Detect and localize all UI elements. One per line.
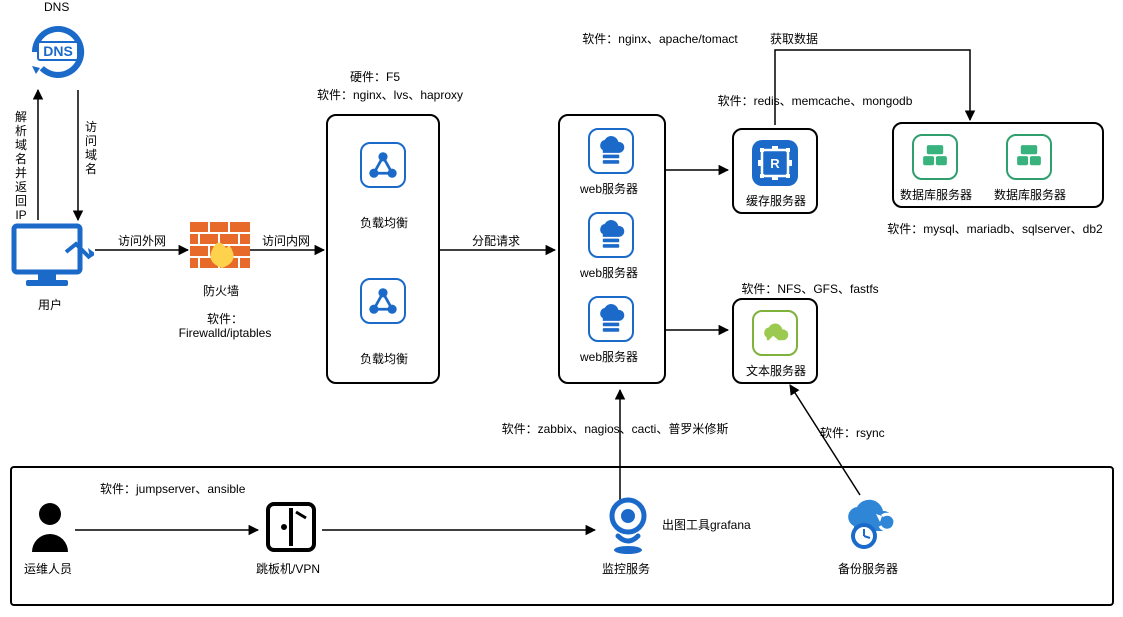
lb-soft-label: 软件：nginx、lvs、haproxy — [300, 86, 480, 103]
svg-text:DNS: DNS — [43, 43, 73, 59]
bastion-soft-label: 软件：jumpserver、ansible — [100, 480, 245, 497]
web-label-1: web服务器 — [580, 180, 638, 197]
lb-hard-label: 硬件：F5 — [350, 68, 400, 85]
db-label-1: 数据库服务器 — [900, 186, 972, 203]
architecture-diagram: DNS DNS 解析域名并返回IP 访问域名 用户 访问外网 防火墙 软件： F… — [0, 0, 1123, 617]
user-label: 用户 — [38, 296, 62, 313]
ops-label: 运维人员 — [24, 560, 72, 577]
web-icon-3 — [588, 296, 634, 342]
svg-text:R: R — [770, 156, 780, 171]
lb-label-2: 负载均衡 — [360, 350, 408, 367]
dns-resolve-label: 解析域名并返回IP — [14, 110, 28, 222]
dispatch-label: 分配请求 — [472, 232, 520, 249]
file-soft-label: 软件：NFS、GFS、fastfs — [710, 280, 910, 297]
grafana-label: 出图工具grafana — [662, 516, 751, 533]
db-label-2: 数据库服务器 — [994, 186, 1066, 203]
monitor-label: 监控服务 — [602, 560, 650, 577]
internet-label: 访问外网 — [118, 232, 166, 249]
intranet-label: 访问内网 — [262, 232, 310, 249]
db-icon-2 — [1006, 134, 1052, 180]
web-icon-1 — [588, 128, 634, 174]
backup-icon — [836, 492, 900, 552]
monitor-icon — [600, 496, 656, 556]
db-soft-label: 软件：mysql、mariadb、sqlserver、db2 — [880, 220, 1110, 237]
firewall-soft: Firewalld/iptables — [160, 326, 290, 340]
user-icon — [10, 222, 94, 288]
backup-label: 备份服务器 — [838, 560, 898, 577]
db-icon-1 — [912, 134, 958, 180]
monitor-soft-label: 软件：zabbix、nagios、cacti、普罗米修斯 — [490, 420, 740, 437]
fetch-label: 获取数据 — [770, 30, 818, 47]
firewall-icon — [190, 222, 250, 276]
lb-icon-1 — [360, 142, 406, 188]
lb-icon-2 — [360, 278, 406, 324]
dns-icon: DNS — [26, 20, 90, 84]
file-icon — [752, 310, 798, 356]
web-icon-2 — [588, 212, 634, 258]
web-label-2: web服务器 — [580, 264, 638, 281]
cache-icon: R — [752, 140, 798, 186]
web-label-3: web服务器 — [580, 348, 638, 365]
backup-soft-label: 软件：rsync — [820, 424, 885, 441]
bastion-label: 跳板机/VPN — [256, 560, 320, 577]
cache-label: 缓存服务器 — [746, 192, 806, 209]
bastion-icon — [262, 498, 320, 556]
dns-visit-label: 访问域名 — [84, 120, 98, 176]
file-label: 文本服务器 — [746, 362, 806, 379]
cache-soft-label: 软件：redis、memcache、mongodb — [700, 92, 930, 109]
ops-icon — [28, 500, 72, 552]
firewall-soft-lbl: 软件： — [160, 310, 290, 327]
web-soft-label: 软件：nginx、apache/tomact — [560, 30, 760, 47]
firewall-label: 防火墙 — [203, 282, 239, 299]
dns-label: DNS — [44, 0, 69, 14]
lb-label-1: 负载均衡 — [360, 214, 408, 231]
